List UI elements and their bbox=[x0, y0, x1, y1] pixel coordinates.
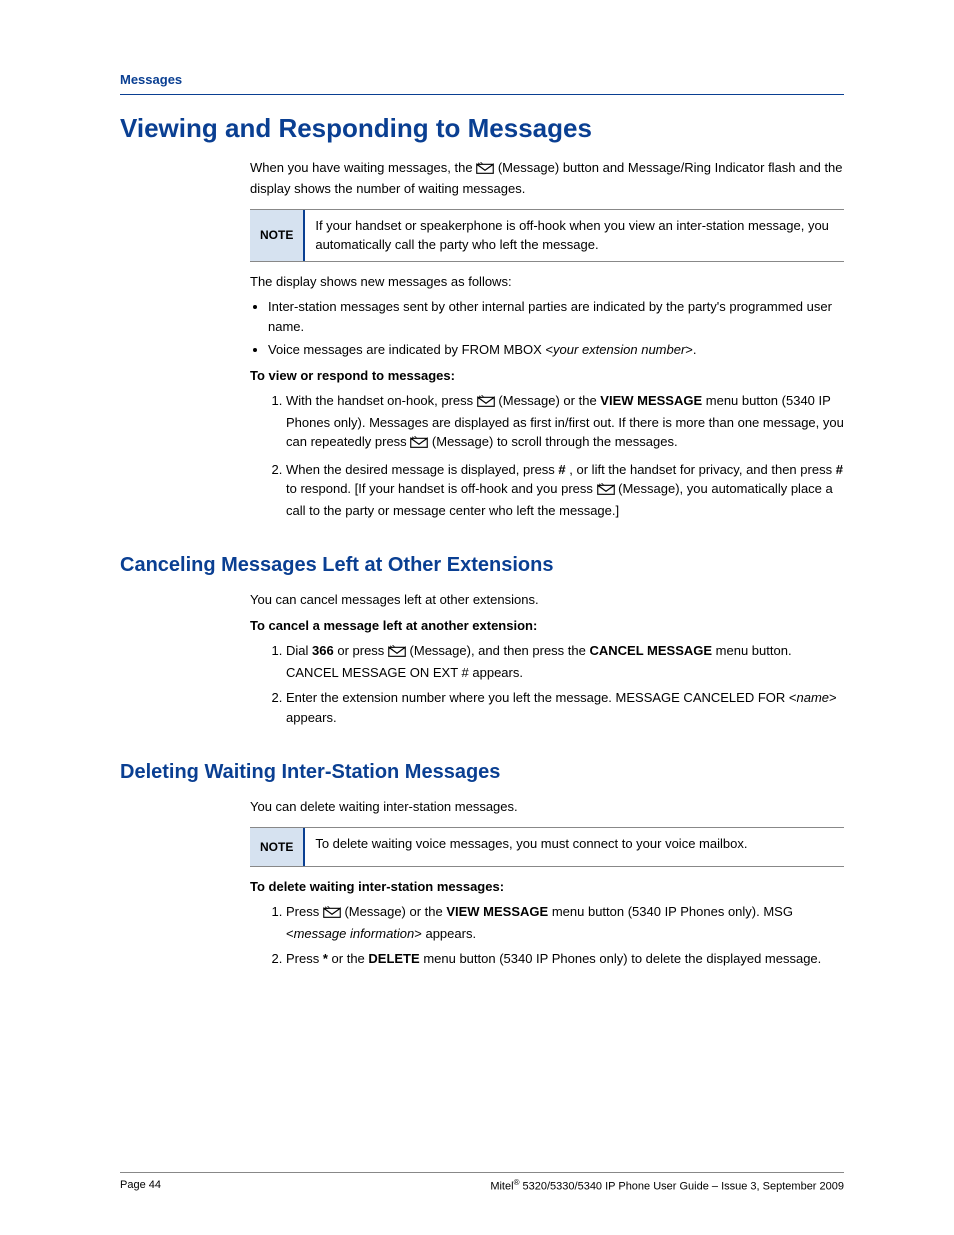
list-item: Voice messages are indicated by FROM MBO… bbox=[268, 340, 844, 360]
list-item: When the desired message is displayed, p… bbox=[286, 460, 844, 521]
message-icon bbox=[476, 160, 494, 180]
list-item: Press * or the DELETE menu button (5340 … bbox=[286, 949, 844, 969]
note-box: NOTE If your handset or speakerphone is … bbox=[250, 209, 844, 262]
message-icon bbox=[597, 481, 615, 501]
bold-text: * bbox=[323, 951, 328, 966]
text: (Message) or the bbox=[498, 393, 600, 408]
text: to respond. [If your handset is off-hook… bbox=[286, 481, 597, 496]
text: (Message) or the bbox=[344, 904, 446, 919]
list-item: Inter-station messages sent by other int… bbox=[268, 297, 844, 336]
bullet-list: Inter-station messages sent by other int… bbox=[268, 297, 844, 360]
bold-text: 366 bbox=[312, 643, 334, 658]
paragraph: You can delete waiting inter-station mes… bbox=[250, 797, 844, 817]
step-list: With the handset on-hook, press (Message… bbox=[268, 391, 844, 520]
footer-right: Mitel® 5320/5330/5340 IP Phone User Guid… bbox=[490, 1177, 844, 1195]
note-text: If your handset or speakerphone is off-h… bbox=[305, 210, 844, 261]
bold-text: VIEW MESSAGE bbox=[600, 393, 702, 408]
paragraph: The display shows new messages as follow… bbox=[250, 272, 844, 292]
text: >. bbox=[685, 342, 696, 357]
bold-text: CANCEL MESSAGE bbox=[589, 643, 712, 658]
italic-text: name bbox=[796, 690, 829, 705]
bold-text: # bbox=[558, 462, 565, 477]
bold-text: DELETE bbox=[368, 951, 419, 966]
page-footer: Page 44 Mitel® 5320/5330/5340 IP Phone U… bbox=[120, 1172, 844, 1195]
procedure-lead: To delete waiting inter-station messages… bbox=[250, 877, 844, 897]
section-deleting-body: You can delete waiting inter-station mes… bbox=[250, 797, 844, 969]
text: Mitel bbox=[490, 1181, 513, 1193]
heading-deleting: Deleting Waiting Inter-Station Messages bbox=[120, 757, 844, 787]
message-icon bbox=[323, 904, 341, 924]
text: With the handset on-hook, press bbox=[286, 393, 477, 408]
text: 5320/5330/5340 IP Phone User Guide – Iss… bbox=[519, 1181, 844, 1193]
text: (Message) to scroll through the messages… bbox=[432, 434, 678, 449]
text: Voice messages are indicated by FROM MBO… bbox=[268, 342, 553, 357]
note-label: NOTE bbox=[250, 828, 305, 866]
document-page: Messages Viewing and Responding to Messa… bbox=[0, 0, 954, 1235]
text: Enter the extension number where you lef… bbox=[286, 690, 796, 705]
italic-text: your extension number bbox=[553, 342, 685, 357]
note-box: NOTE To delete waiting voice messages, y… bbox=[250, 827, 844, 867]
note-text: To delete waiting voice messages, you mu… bbox=[305, 828, 844, 866]
list-item: Press (Message) or the VIEW MESSAGE menu… bbox=[286, 902, 844, 943]
heading-viewing: Viewing and Responding to Messages bbox=[120, 109, 844, 148]
list-item: With the handset on-hook, press (Message… bbox=[286, 391, 844, 454]
text: When the desired message is displayed, p… bbox=[286, 462, 558, 477]
step-list: Press (Message) or the VIEW MESSAGE menu… bbox=[268, 902, 844, 969]
text: or the bbox=[332, 951, 369, 966]
breadcrumb: Messages bbox=[120, 70, 844, 95]
bold-text: # bbox=[836, 462, 843, 477]
text: > appears. bbox=[414, 926, 476, 941]
note-label: NOTE bbox=[250, 210, 305, 261]
text: Dial bbox=[286, 643, 312, 658]
section-canceling-body: You can cancel messages left at other ex… bbox=[250, 590, 844, 727]
text: Press bbox=[286, 951, 323, 966]
message-icon bbox=[410, 434, 428, 454]
text: or press bbox=[337, 643, 388, 658]
page-number: Page 44 bbox=[120, 1177, 161, 1195]
paragraph: When you have waiting messages, the (Mes… bbox=[250, 158, 844, 199]
procedure-lead: To cancel a message left at another exte… bbox=[250, 616, 844, 636]
text: Press bbox=[286, 904, 323, 919]
step-list: Dial 366 or press (Message), and then pr… bbox=[268, 641, 844, 727]
section-viewing-body: When you have waiting messages, the (Mes… bbox=[250, 158, 844, 521]
message-icon bbox=[477, 393, 495, 413]
paragraph: You can cancel messages left at other ex… bbox=[250, 590, 844, 610]
text: , or lift the handset for privacy, and t… bbox=[569, 462, 835, 477]
text: menu button (5340 IP Phones only) to del… bbox=[423, 951, 821, 966]
text: (Message), and then press the bbox=[410, 643, 590, 658]
italic-text: message information bbox=[294, 926, 415, 941]
text: When you have waiting messages, the bbox=[250, 160, 476, 175]
message-icon bbox=[388, 643, 406, 663]
procedure-lead: To view or respond to messages: bbox=[250, 366, 844, 386]
list-item: Dial 366 or press (Message), and then pr… bbox=[286, 641, 844, 682]
heading-canceling: Canceling Messages Left at Other Extensi… bbox=[120, 550, 844, 580]
list-item: Enter the extension number where you lef… bbox=[286, 688, 844, 727]
bold-text: VIEW MESSAGE bbox=[446, 904, 548, 919]
